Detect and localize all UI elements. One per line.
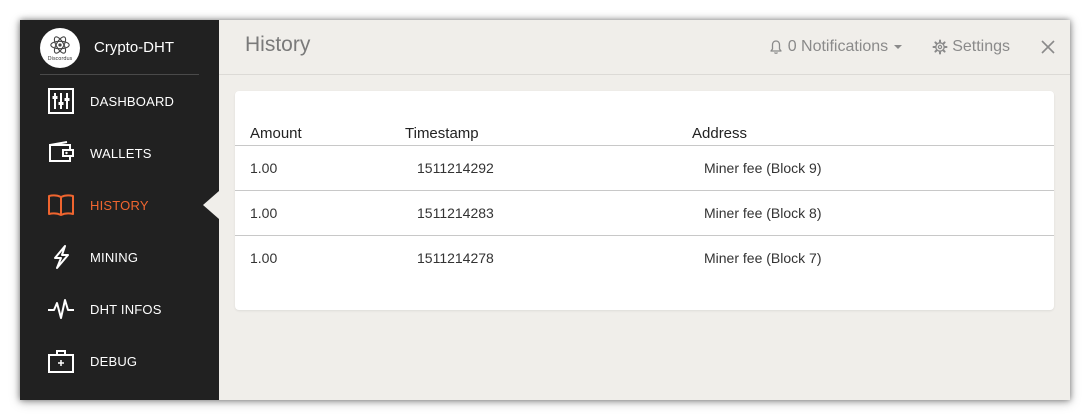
- wallet-icon: [47, 139, 75, 167]
- table-header-row: Amount Timestamp Address: [235, 125, 1054, 146]
- lightning-icon: [47, 243, 75, 271]
- table-row[interactable]: 1.00 1511214283 Miner fee (Block 8): [235, 190, 1054, 236]
- timestamp-cell: 1511214283: [390, 190, 677, 236]
- sliders-icon: [47, 87, 75, 115]
- bell-icon: [770, 40, 782, 54]
- address-cell: Miner fee (Block 9): [677, 145, 1054, 191]
- sidebar: Discordus Crypto-DHT DASHBOARD WALLETS H…: [20, 20, 219, 400]
- sidebar-item-label: MINING: [90, 249, 139, 265]
- amount-cell: 1.00: [235, 190, 390, 236]
- sidebar-item-wallets[interactable]: WALLETS: [20, 127, 219, 179]
- column-header-address: Address: [677, 125, 1054, 146]
- column-header-amount: Amount: [235, 125, 390, 146]
- sidebar-item-history[interactable]: HISTORY: [20, 179, 219, 231]
- column-header-timestamp: Timestamp: [390, 125, 677, 146]
- gear-icon: [932, 39, 948, 55]
- history-table: Amount Timestamp Address 1.00 1511214292…: [235, 125, 1054, 280]
- chevron-down-icon: [894, 45, 903, 49]
- history-card: Amount Timestamp Address 1.00 1511214292…: [235, 91, 1054, 310]
- page-title: History: [245, 33, 311, 56]
- sidebar-item-label: DASHBOARD: [90, 93, 175, 109]
- notifications-dropdown[interactable]: 0 Notifications: [768, 38, 903, 56]
- app-name: Crypto-DHT: [94, 38, 175, 56]
- amount-cell: 1.00: [250, 250, 278, 266]
- sidebar-item-debug[interactable]: DEBUG: [20, 335, 219, 387]
- sidebar-item-dht-infos[interactable]: DHT INFOS: [20, 283, 219, 335]
- address-cell: Miner fee (Block 8): [677, 190, 1054, 236]
- sidebar-item-mining[interactable]: MINING: [20, 231, 219, 283]
- sidebar-item-label: WALLETS: [90, 145, 152, 161]
- atom-icon: [50, 35, 70, 54]
- timestamp-cell: 1511214292: [390, 145, 677, 191]
- sidebar-nav: DASHBOARD WALLETS HISTORY MINING DHT INF…: [20, 75, 219, 387]
- sidebar-item-dashboard[interactable]: DASHBOARD: [20, 75, 219, 127]
- timestamp-cell: 1511214278: [417, 250, 494, 266]
- sidebar-item-label: DHT INFOS: [90, 301, 162, 317]
- app-logo[interactable]: Discordus: [40, 27, 80, 68]
- settings-label: Settings: [952, 38, 1010, 55]
- main-panel: History 0 Notifications Settings Amount …: [219, 20, 1070, 400]
- close-icon[interactable]: [1040, 39, 1056, 55]
- pulse-icon: [47, 295, 75, 323]
- logo-text: Discordus: [47, 55, 73, 62]
- brand: Discordus Crypto-DHT: [40, 20, 199, 75]
- table-row[interactable]: 1.00 1511214292 Miner fee (Block 9): [235, 145, 1054, 191]
- topbar: History 0 Notifications Settings: [219, 20, 1070, 75]
- briefcase-icon: [47, 347, 75, 375]
- notifications-label: 0 Notifications: [787, 38, 889, 55]
- sidebar-item-label: HISTORY: [90, 197, 149, 213]
- app-window: Discordus Crypto-DHT DASHBOARD WALLETS H…: [20, 20, 1070, 400]
- table-row[interactable]: 1.00 1511214278 Miner fee (Block 7): [235, 236, 1054, 281]
- address-cell: Miner fee (Block 7): [704, 250, 822, 266]
- amount-cell: 1.00: [235, 145, 390, 191]
- settings-button[interactable]: Settings: [932, 38, 1010, 56]
- book-icon: [47, 191, 75, 219]
- sidebar-item-label: DEBUG: [90, 353, 138, 369]
